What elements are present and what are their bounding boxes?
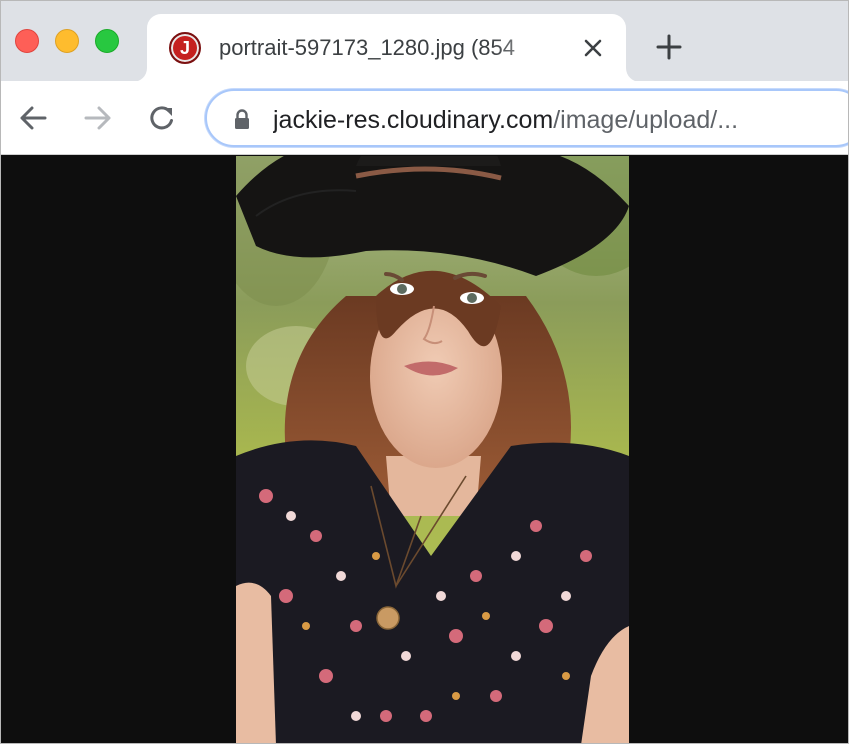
tab-strip: J portrait-597173_1280.jpg (854 [1,1,848,82]
window-minimize-button[interactable] [55,29,79,53]
favicon-letter: J [179,38,190,58]
reload-icon[interactable] [144,100,180,136]
active-tab[interactable]: J portrait-597173_1280.jpg (854 [147,14,626,82]
portrait-photo[interactable] [236,156,629,743]
url-text[interactable]: jackie-res.cloudinary.com/image/upload/.… [273,104,833,136]
url-host: jackie-res.cloudinary.com [273,106,554,134]
window-close-button[interactable] [15,29,39,53]
url-path: /image/upload/... [553,106,739,134]
browser-window: J portrait-597173_1280.jpg (854 jackie-r… [0,0,849,744]
tab-title: portrait-597173_1280.jpg (854 [219,35,516,60]
image-viewer [1,156,848,743]
address-bar[interactable]: jackie-res.cloudinary.com/image/upload/.… [205,89,848,147]
plus-icon[interactable] [653,31,685,63]
close-icon[interactable] [579,34,607,62]
window-maximize-button[interactable] [95,29,119,53]
forward-arrow-icon[interactable] [80,100,116,136]
lock-icon[interactable] [231,108,253,130]
back-arrow-icon[interactable] [15,100,51,136]
favicon-icon: J [169,32,201,64]
toolbar: jackie-res.cloudinary.com/image/upload/.… [1,81,848,155]
